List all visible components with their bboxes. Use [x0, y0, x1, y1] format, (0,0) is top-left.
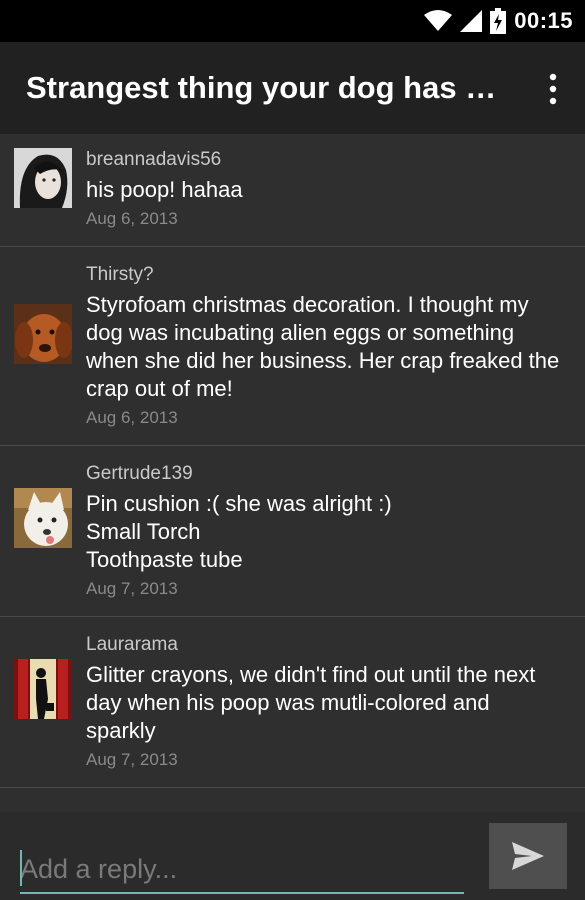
comment-text: Styrofoam christmas decoration. I though… [86, 292, 560, 401]
list-item[interactable]: Laurarama Glitter crayons, we didn't fin… [0, 617, 585, 788]
list-item[interactable]: Gertrude139 Pin cushion :( she was alrig… [0, 446, 585, 617]
comment-username[interactable]: breannadavis56 [86, 148, 563, 172]
signal-icon [460, 10, 483, 32]
comment-date: Aug 6, 2013 [86, 408, 178, 427]
list-item[interactable]: Thirsty? Styrofoam christmas decoration.… [0, 247, 585, 446]
reply-input[interactable] [20, 846, 464, 894]
comment-list[interactable]: breannadavis56 his poop! hahaa Aug 6, 20… [0, 134, 585, 812]
comment-username[interactable]: Thirsty? [86, 263, 563, 287]
comment-text: his poop! hahaa [86, 177, 243, 202]
status-bar: 00:15 [0, 0, 585, 42]
comment-text: Glitter crayons, we didn't find out unti… [86, 662, 536, 743]
send-icon [512, 842, 544, 870]
avatar [14, 488, 72, 548]
page-title: Strangest thing your dog has e... [26, 70, 506, 105]
text-cursor [20, 850, 22, 886]
reply-composer [0, 812, 585, 900]
list-item[interactable]: breannadavis56 his poop! hahaa Aug 6, 20… [0, 134, 585, 247]
comment-date: Aug 6, 2013 [86, 209, 178, 228]
avatar [14, 148, 72, 208]
comment-date: Aug 7, 2013 [86, 750, 178, 769]
wifi-icon [424, 10, 453, 31]
avatar [14, 304, 72, 364]
comment-text: Pin cushion :( she was alright :) Small … [86, 491, 392, 572]
status-time: 00:15 [514, 8, 573, 33]
more-vert-icon[interactable] [541, 72, 565, 106]
comment-username[interactable]: Laurarama [86, 633, 563, 657]
screen: 00:15 Strangest thing your dog has e... [0, 0, 585, 900]
battery-icon [490, 8, 507, 34]
app-bar: Strangest thing your dog has e... [0, 42, 585, 134]
comment-date: Aug 7, 2013 [86, 579, 178, 598]
comment-username[interactable]: Gertrude139 [86, 462, 563, 486]
send-button[interactable] [489, 823, 567, 889]
avatar [14, 659, 72, 719]
